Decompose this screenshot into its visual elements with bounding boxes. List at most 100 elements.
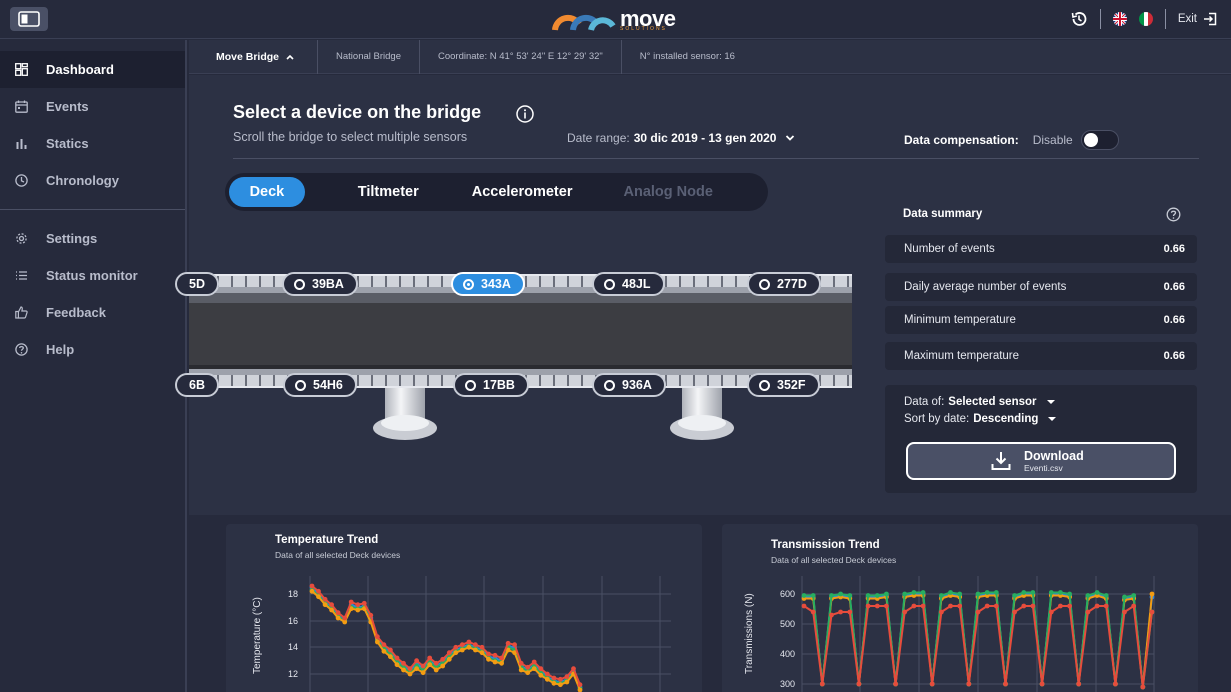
data-point [531,659,537,665]
data-point [1030,603,1036,609]
data-point [838,609,843,615]
data-point [440,663,446,669]
tab-accelerometer[interactable]: Accelerometer [472,177,573,207]
sidebar-item-help[interactable]: Help [0,331,185,368]
y-tick-label: 16 [288,616,298,626]
bridge-view[interactable]: 5D 39BA 343A 48JL 277D 6B 54H6 17BB 936A… [175,270,852,455]
sensor-chip[interactable]: 352F [747,373,820,397]
gear-icon [14,232,28,246]
sensor-chip[interactable]: 277D [747,272,821,296]
data-point [401,667,406,673]
bridge-type: National Bridge [318,39,420,74]
data-point [309,583,315,589]
y-tick-label: 500 [780,619,795,629]
history-icon[interactable] [1070,10,1088,28]
data-point [1149,609,1155,615]
data-point [975,609,981,615]
data-point [1122,594,1127,600]
data-point [874,593,880,598]
data-of-selector[interactable]: Data of: Selected sensor [904,396,1057,408]
tab-deck[interactable]: Deck [229,177,305,207]
radio-selected-icon [463,278,474,290]
sidebar-item-status-monitor[interactable]: Status monitor [0,257,185,294]
data-point [453,644,459,650]
data-point [322,602,328,608]
bridge-coordinate: Coordinate: N 41° 53' 24" E 12° 29' 32" [420,39,622,74]
top-bar: move SOLUTIONS Exit [0,0,1231,39]
data-point [342,615,348,621]
data-point [440,656,446,662]
data-point [473,642,478,648]
data-point [948,590,953,595]
sensor-chip[interactable]: 39BA [282,272,358,296]
transmission-chart-card: Transmission Trend Data of all selected … [722,524,1198,692]
data-point [551,675,557,681]
sensor-chip[interactable]: 17BB [453,373,529,397]
sort-selector[interactable]: Sort by date: Descending [904,413,1058,425]
italy-flag-icon[interactable] [1138,12,1153,26]
data-point [984,603,990,609]
data-point [375,634,380,640]
exit-button[interactable]: Exit [1178,12,1217,26]
data-point [544,671,550,677]
data-point [1058,603,1063,609]
data-point [486,656,491,662]
sensor-chip[interactable]: 6B [175,373,219,397]
summary-row: Maximum temperature 0.66 [885,342,1197,370]
data-point [1131,603,1137,609]
data-point [427,662,433,668]
bridge-selector[interactable]: Move Bridge [189,39,319,74]
transmission-chart: 600 500 400 300 Transmissions (N) [744,576,1155,692]
data-point [920,590,926,595]
tab-tiltmeter[interactable]: Tiltmeter [305,177,472,207]
data-point [884,591,889,597]
sidebar-item-settings[interactable]: Settings [0,220,185,257]
data-point [388,647,393,653]
device-tabs: Deck Tiltmeter Accelerometer Analog Node [225,173,768,211]
sidebar-item-feedback[interactable]: Feedback [0,294,185,331]
sensor-chip-selected[interactable]: 343A [451,272,525,296]
data-point [466,639,472,645]
data-point [558,682,563,688]
data-compensation-toggle[interactable] [1080,130,1119,150]
date-range-selector[interactable]: Date range: 30 dic 2019 - 13 gen 2020 [567,131,796,145]
data-point [571,666,576,672]
sidebar-item-chronology[interactable]: Chronology [0,162,185,199]
download-button[interactable]: Download Eventi.csv [906,442,1176,480]
radio-icon [759,278,770,290]
data-point [893,681,898,687]
uk-flag-icon[interactable] [1112,12,1127,26]
y-tick-label: 18 [288,589,298,599]
sensor-chip[interactable]: 54H6 [283,373,357,397]
data-point [388,654,393,660]
y-tick-label: 14 [288,642,298,652]
data-point [505,640,511,646]
data-point [1012,593,1017,598]
exit-label: Exit [1177,13,1197,25]
data-point [446,656,452,662]
sensor-label: 54H6 [313,378,343,392]
data-point [1021,590,1027,595]
sidebar-toggle-button[interactable] [10,7,48,31]
y-tick-label: 600 [780,589,795,599]
data-point [984,590,990,595]
sidebar-item-events[interactable]: Events [0,88,185,125]
help-icon[interactable] [1166,207,1181,222]
y-tick-label: 400 [780,649,795,659]
sidebar-item-statics[interactable]: Statics [0,125,185,162]
sensor-chip[interactable]: 936A [592,373,666,397]
data-point [414,666,419,672]
sidebar-item-label: Dashboard [46,62,114,77]
y-tick-label: 300 [780,679,795,689]
data-point [1058,590,1063,595]
sensor-chip[interactable]: 5D [175,272,219,296]
sidebar-item-dashboard[interactable]: Dashboard [0,51,185,88]
info-icon[interactable] [515,104,535,124]
summary-label: Minimum temperature [904,314,1016,326]
sensor-label: 6B [189,378,205,392]
sensor-chip[interactable]: 48JL [592,272,665,296]
data-point [492,652,498,658]
data-point [407,666,413,672]
download-filename: Eventi.csv [1024,463,1063,473]
data-point [902,609,908,615]
